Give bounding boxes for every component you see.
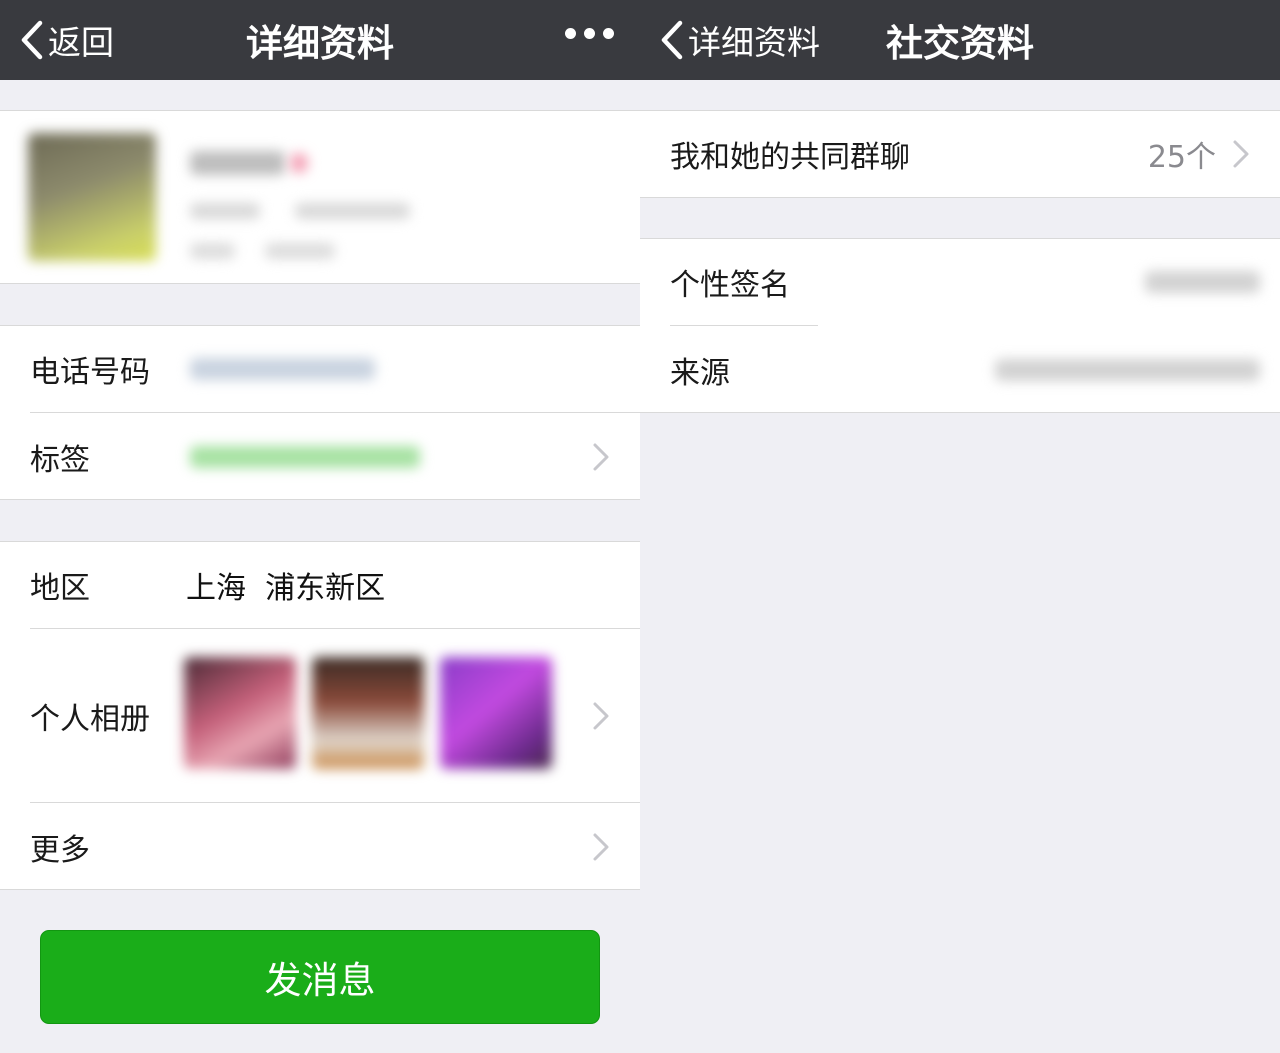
navbar: 详细资料 社交资料 — [640, 0, 1280, 80]
detail-profile-screen: 返回 详细资料 电话号码 标签 地区 上海 浦东新区 个人相册 更多 发消息 — [0, 0, 640, 1053]
source-row: 来源 — [640, 326, 1280, 413]
chevron-left-icon — [661, 20, 683, 60]
tags-row[interactable]: 标签 — [0, 413, 640, 500]
profile-card[interactable] — [0, 110, 640, 284]
remark-blurred — [190, 203, 260, 219]
chevron-right-icon — [1233, 140, 1249, 168]
common-groups-row[interactable]: 我和她的共同群聊 25个 — [640, 110, 1280, 198]
signature-row: 个性签名 — [640, 239, 1280, 325]
back-label: 详细资料 — [688, 23, 820, 62]
tags-value-blurred — [190, 446, 420, 468]
region-value: 上海 浦东新区 — [186, 571, 386, 606]
social-profile-screen: 详细资料 社交资料 我和她的共同群聊 25个 个性签名 来源 — [640, 0, 1280, 1053]
more-row[interactable]: 更多 — [0, 803, 640, 890]
more-label: 更多 — [30, 832, 90, 868]
chevron-right-icon — [593, 443, 609, 471]
contact-group: 电话号码 标签 — [0, 325, 640, 500]
send-message-button[interactable]: 发消息 — [40, 930, 600, 1024]
page-title: 详细资料 — [246, 22, 394, 65]
back-button[interactable]: 详细资料 — [660, 0, 820, 80]
avatar — [28, 133, 156, 261]
signature-value-blurred — [1145, 271, 1260, 293]
phone-row[interactable]: 电话号码 — [0, 326, 640, 412]
info-blurred-2 — [265, 243, 335, 259]
album-label: 个人相册 — [30, 701, 150, 737]
nickname-blurred — [190, 151, 285, 175]
chevron-right-icon — [593, 833, 609, 861]
region-label: 地区 — [30, 571, 90, 606]
album-photo-1 — [184, 657, 296, 769]
back-label: 返回 — [48, 23, 114, 62]
region-row: 地区 上海 浦东新区 — [0, 542, 640, 628]
info-group: 地区 上海 浦东新区 个人相册 更多 — [0, 541, 640, 890]
signature-label: 个性签名 — [670, 268, 790, 303]
phone-label: 电话号码 — [30, 355, 150, 390]
navbar: 返回 详细资料 — [0, 0, 640, 80]
album-row[interactable]: 个人相册 — [0, 629, 640, 802]
common-groups-label: 我和她的共同群聊 — [670, 140, 910, 175]
common-groups-count: 25个 — [1147, 140, 1216, 175]
album-photo-3 — [440, 657, 552, 769]
phone-value-blurred — [190, 358, 375, 380]
social-info-group: 个性签名 来源 — [640, 238, 1280, 413]
source-value-blurred — [995, 359, 1260, 381]
wechat-id-blurred — [295, 203, 410, 219]
chevron-right-icon — [593, 702, 609, 730]
page-title: 社交资料 — [886, 22, 1034, 65]
back-button[interactable]: 返回 — [20, 0, 114, 80]
more-dots-icon[interactable] — [565, 28, 614, 39]
source-label: 来源 — [670, 355, 730, 391]
chevron-left-icon — [21, 20, 43, 60]
info-blurred — [190, 243, 235, 259]
tags-label: 标签 — [30, 442, 90, 478]
gender-icon — [290, 153, 308, 173]
album-photo-2 — [312, 657, 424, 769]
